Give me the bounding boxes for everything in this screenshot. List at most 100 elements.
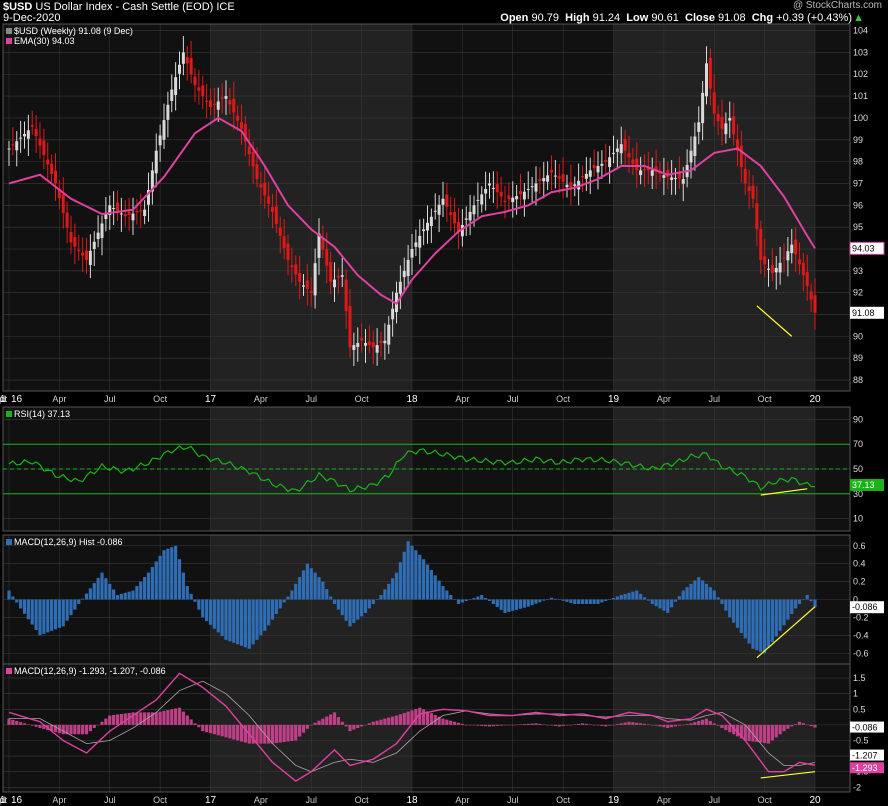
macd-hist-bar-lower xyxy=(627,721,631,725)
macd-hist-bar-lower xyxy=(534,723,538,725)
macd-hist-bar-lower xyxy=(88,724,92,732)
macd-hist-bar-lower xyxy=(371,721,375,725)
macd-hist-bar xyxy=(19,599,23,609)
candle-body xyxy=(499,191,503,197)
candle-body xyxy=(581,175,584,178)
macd-hist-bar-lower xyxy=(174,708,178,725)
macd-hist-bar xyxy=(228,599,232,642)
macd-hist-bar xyxy=(50,599,54,631)
candle-body xyxy=(104,214,108,220)
candle-body xyxy=(511,197,515,203)
macd-hist-bar xyxy=(379,595,383,600)
x-tick-label-bottom-11: Oct xyxy=(556,795,571,805)
macd-hist-bar xyxy=(96,577,100,600)
macd-hist-bar-lower xyxy=(697,720,701,725)
candle-body xyxy=(267,196,271,204)
y-tick-label-1-0: 10 xyxy=(853,514,863,524)
macd-hist-bar xyxy=(639,593,643,600)
macd-hist-bar-lower xyxy=(193,723,197,725)
macd-hist-bar xyxy=(224,599,228,640)
candle-body xyxy=(515,196,519,200)
candle-body xyxy=(162,120,166,140)
macd-hist-bar xyxy=(697,577,701,600)
macd-hist-bar-lower xyxy=(480,724,484,726)
candle-body xyxy=(739,145,743,168)
macd-hist-bar xyxy=(298,577,302,600)
candle-body xyxy=(26,130,30,139)
macd-hist-bar-lower xyxy=(301,724,306,733)
macd-hist-bar xyxy=(104,578,108,600)
macd-hist-bar xyxy=(453,599,457,600)
candle-body xyxy=(592,164,596,169)
macd-hist-bar-lower xyxy=(503,724,507,726)
candle-body xyxy=(259,184,263,188)
macd-hist-bar xyxy=(352,599,356,624)
macd-hist-bar xyxy=(611,598,616,600)
macd-hist-bar xyxy=(542,599,546,601)
candle-body xyxy=(360,337,364,341)
candle-body xyxy=(410,249,414,258)
candle-body xyxy=(391,308,395,320)
macd-hist-bar xyxy=(38,599,42,636)
macd-hist-bar xyxy=(150,567,154,600)
y-tick-label-0-13: 101 xyxy=(853,91,868,101)
macd-hist-bar xyxy=(84,593,89,600)
macd-hist-bar-lower xyxy=(352,724,356,730)
macd-hist-bar xyxy=(410,545,414,600)
macd-hist-bar-lower xyxy=(689,723,693,725)
macd-hist-bar xyxy=(61,599,65,627)
macd-hist-bar xyxy=(743,599,747,639)
macd-hist-bar-lower xyxy=(658,724,662,727)
macd-hist-bar-lower xyxy=(631,722,635,725)
candle-body xyxy=(526,188,530,190)
macd-hist-bar-lower xyxy=(216,724,220,736)
candle-body xyxy=(166,104,170,120)
macd-hist-bar-lower xyxy=(654,724,658,726)
macd-hist-bar-lower xyxy=(557,724,561,727)
macd-hist-bar xyxy=(259,599,263,636)
ema-price-tag-text: 94.03 xyxy=(852,243,875,253)
macd-hist-bar xyxy=(685,587,689,600)
macd-hist-bar-lower xyxy=(61,724,65,735)
candle-body xyxy=(759,228,763,260)
macd-hist-bar-lower xyxy=(464,724,468,726)
macd-hist-bar xyxy=(464,599,468,601)
candle-body xyxy=(546,175,550,182)
candle-body xyxy=(445,194,449,207)
macd-hist-bar-lower xyxy=(228,724,232,739)
macd-hist-bar-lower xyxy=(170,709,174,725)
macd-hist-value-tag-text: -0.086 xyxy=(852,602,878,612)
macd-hist-bar xyxy=(375,599,379,600)
macd-hist-bar-lower xyxy=(201,724,205,732)
macd-hist-bar xyxy=(387,583,391,600)
macd-hist-bar xyxy=(449,595,453,600)
macd-hist-bar-lower xyxy=(34,724,38,727)
x-tick-label-bottom-14: Jul xyxy=(708,795,720,805)
candle-body xyxy=(224,96,228,99)
x-tick-label-bottom-15: Oct xyxy=(758,795,773,805)
macd-hist-bar-lower xyxy=(402,712,406,725)
macd-hist-bar-lower xyxy=(220,724,224,737)
y-tick-label-0-2: 90 xyxy=(853,331,863,341)
macd-hist-bar xyxy=(456,599,461,604)
macd-hist-bar xyxy=(301,570,306,600)
candle-body xyxy=(15,141,19,151)
macd-hist-bar xyxy=(216,599,220,633)
candle-body xyxy=(615,148,619,152)
x-tick-label-bottom-9: Apr xyxy=(455,795,469,805)
candle-body xyxy=(708,57,712,89)
macd-hist-bar-lower xyxy=(77,724,81,735)
macd-hist-bar-lower xyxy=(30,724,34,726)
candle-body xyxy=(805,272,809,287)
candle-body xyxy=(387,324,391,345)
macd-hist-bar-lower xyxy=(639,723,643,725)
macd-hist-bar xyxy=(185,586,189,600)
macd-hist-bar-lower xyxy=(650,724,654,726)
macd-hist-bar xyxy=(282,599,286,603)
macd-hist-bar-lower xyxy=(317,720,321,725)
macd-hist-bar xyxy=(146,572,151,600)
y-tick-label-3-2: 0.5 xyxy=(853,704,866,714)
macd-hist-bar xyxy=(689,583,693,600)
macd-hist-bar-lower xyxy=(7,718,11,725)
macd-hist-bar-lower xyxy=(181,711,185,725)
